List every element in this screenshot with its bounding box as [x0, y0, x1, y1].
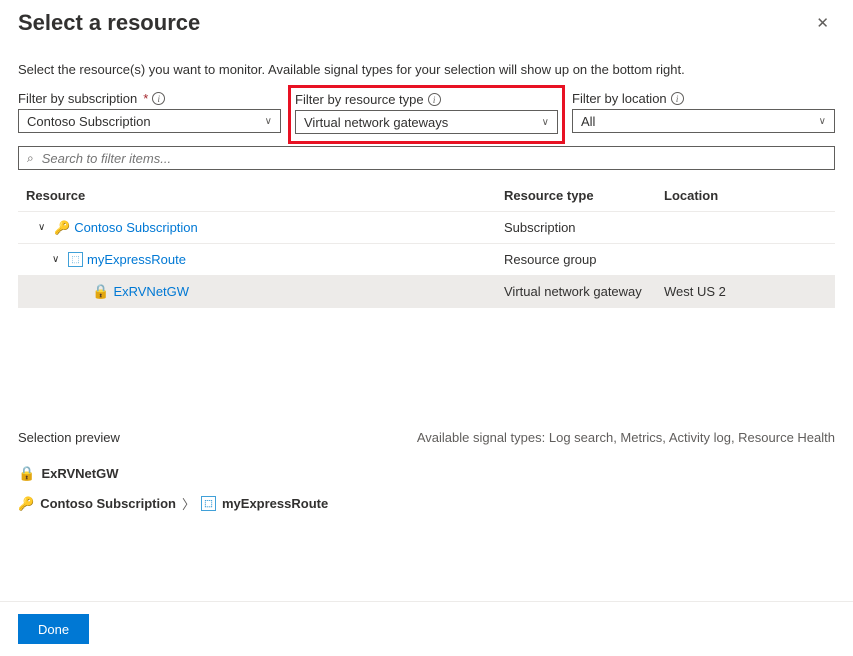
key-icon: 🔑	[18, 496, 34, 512]
page-title: Select a resource	[18, 10, 200, 36]
search-input[interactable]	[40, 150, 826, 167]
chevron-down-icon: ∨	[265, 116, 272, 127]
signal-types-text: Available signal types: Log search, Metr…	[417, 430, 835, 445]
filter-location-label: Filter by location	[572, 91, 667, 106]
resource-group-icon: ⬚	[201, 496, 216, 511]
breadcrumb-item: Contoso Subscription	[40, 496, 176, 511]
key-icon: 🔑	[54, 220, 70, 236]
table-row[interactable]: ∨ 🔑 Contoso Subscription Subscription	[18, 212, 835, 244]
resource-table: Resource Resource type Location ∨ 🔑 Cont…	[18, 182, 835, 308]
filter-location-value: All	[581, 114, 595, 129]
done-button[interactable]: Done	[18, 614, 89, 644]
highlight-box: Filter by resource type i Virtual networ…	[288, 85, 565, 144]
filter-location-group: Filter by location i All ∨	[572, 91, 835, 134]
filter-subscription-group: Filter by subscription * i Contoso Subscr…	[18, 91, 281, 134]
table-row[interactable]: ∨ ⬚ myExpressRoute Resource group	[18, 244, 835, 276]
info-icon[interactable]: i	[671, 92, 684, 105]
filter-location-dropdown[interactable]: All ∨	[572, 109, 835, 133]
resource-name[interactable]: myExpressRoute	[87, 252, 186, 267]
column-type: Resource type	[504, 188, 664, 203]
table-row[interactable]: 🔒 ExRVNetGW Virtual network gateway West…	[18, 276, 835, 308]
subtitle-text: Select the resource(s) you want to monit…	[0, 36, 853, 91]
selected-resource-name: ExRVNetGW	[41, 466, 118, 481]
breadcrumb-item: myExpressRoute	[222, 496, 328, 511]
filter-resource-type-value: Virtual network gateways	[304, 115, 448, 130]
filter-subscription-dropdown[interactable]: Contoso Subscription ∨	[18, 109, 281, 133]
resource-type-cell: Virtual network gateway	[504, 284, 664, 299]
resource-name[interactable]: Contoso Subscription	[74, 220, 198, 235]
selection-preview-title: Selection preview	[18, 430, 120, 445]
filter-subscription-value: Contoso Subscription	[27, 114, 151, 129]
resource-location-cell: West US 2	[664, 284, 827, 299]
filter-resource-type-label: Filter by resource type	[295, 92, 424, 107]
filter-resource-type-group: Filter by resource type i Virtual networ…	[295, 91, 558, 134]
resource-type-cell: Resource group	[504, 252, 664, 267]
gateway-icon: 🔒	[92, 283, 109, 300]
search-icon: ⌕	[27, 151, 34, 166]
close-icon[interactable]: ✕	[812, 10, 833, 36]
filter-resource-type-dropdown[interactable]: Virtual network gateways ∨	[295, 110, 558, 134]
expand-caret-icon[interactable]: ∨	[52, 254, 64, 265]
expand-caret-icon[interactable]: ∨	[38, 222, 50, 233]
chevron-down-icon: ∨	[819, 116, 826, 127]
breadcrumb-separator-icon: 〉	[182, 494, 195, 513]
info-icon[interactable]: i	[428, 93, 441, 106]
gateway-icon: 🔒	[18, 465, 35, 482]
chevron-down-icon: ∨	[542, 117, 549, 128]
column-location: Location	[664, 188, 827, 203]
resource-type-cell: Subscription	[504, 220, 664, 235]
breadcrumb: 🔑 Contoso Subscription 〉 ⬚ myExpressRout…	[18, 494, 835, 513]
search-input-container[interactable]: ⌕	[18, 146, 835, 170]
info-icon[interactable]: i	[152, 92, 165, 105]
filter-subscription-label: Filter by subscription	[18, 91, 137, 106]
column-resource: Resource	[26, 188, 504, 203]
resource-group-icon: ⬚	[68, 252, 83, 267]
selected-resource: 🔒 ExRVNetGW	[18, 465, 835, 482]
required-asterisk: *	[143, 91, 148, 106]
resource-name[interactable]: ExRVNetGW	[113, 284, 189, 299]
